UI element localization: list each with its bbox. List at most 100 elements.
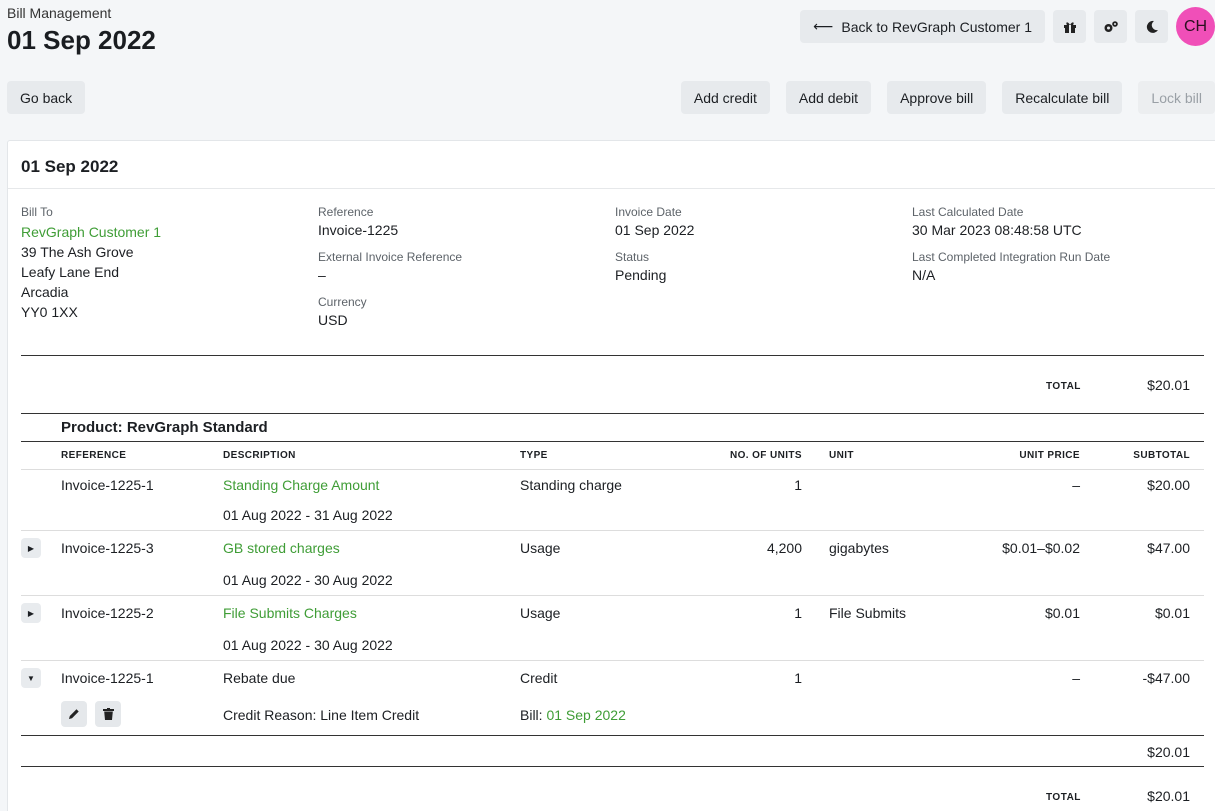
row-unit-price: $0.01 [1044,605,1080,621]
gift-icon [1063,21,1076,33]
invoice-date-label: Invoice Date [615,205,682,219]
row-type: Usage [520,540,561,556]
row-period: 01 Aug 2022 - 30 Aug 2022 [223,637,393,653]
bill-card-title: 01 Sep 2022 [21,157,119,176]
total-value: $20.01 [1147,788,1190,804]
row-description: Rebate due [223,670,296,686]
go-back-button[interactable]: Go back [7,81,86,114]
breadcrumb: Bill Management [7,5,112,21]
row-description-link[interactable]: File Submits Charges [223,605,357,621]
bill-card: 01 Sep 2022 Bill To RevGraph Customer 1 … [7,140,1215,811]
last-integration-value: N/A [912,267,936,283]
invoice-date-section: Invoice Date 01 Sep 2022 Status Pending [615,205,694,295]
expand-row-button[interactable]: ▶ [21,603,41,623]
row-unit-price: – [1072,477,1080,493]
reference-section: Reference Invoice-1225 External Invoice … [318,205,462,340]
reference-value: Invoice-1225 [318,222,399,238]
row-unit-price: $0.01–$0.02 [1002,540,1080,556]
row-period: 01 Aug 2022 - 31 Aug 2022 [223,507,393,523]
row-units: 1 [794,605,802,621]
col-header-reference: REFERENCE [61,450,127,461]
divider [21,660,1204,661]
row-unit: gigabytes [829,540,889,556]
moon-icon [1146,20,1158,33]
credit-bill-link[interactable]: 01 Sep 2022 [546,707,625,723]
credit-bill-prefix: Bill: [520,707,547,723]
row-type: Usage [520,605,561,621]
row-subtotal: -$47.00 [1142,670,1190,686]
divider [21,530,1204,531]
caret-right-icon: ▶ [27,543,35,553]
currency-value: USD [318,312,348,328]
product-total-value: $20.01 [1147,744,1190,760]
approve-bill-button[interactable]: Approve bill [887,81,987,114]
row-units: 1 [794,477,802,493]
divider [21,766,1204,767]
page-title: 01 Sep 2022 [7,25,156,55]
customer-link[interactable]: RevGraph Customer 1 [21,222,161,242]
last-calculated-value: 30 Mar 2023 08:48:58 UTC [912,222,1082,238]
divider [21,413,1204,414]
bill-actions: Add credit Add debit Approve bill Recalc… [680,81,1215,114]
external-ref-value: – [318,267,326,283]
bill-to-label: Bill To [21,205,53,219]
divider [21,441,1204,442]
col-header-subtotal: SUBTOTAL [1133,450,1190,461]
trash-icon [102,708,114,720]
arrow-left-icon: ⟵ [813,18,834,34]
product-title: Product: RevGraph Standard [61,419,268,436]
expand-row-button[interactable]: ▶ [21,538,41,558]
bill-to-section: Bill To RevGraph Customer 1 39 The Ash G… [21,205,161,322]
row-reference: Invoice-1225-2 [61,605,154,621]
back-to-customer-button[interactable]: ⟵ Back to RevGraph Customer 1 [800,10,1045,43]
divider [21,595,1204,596]
settings-button[interactable] [1094,10,1127,43]
edit-credit-button[interactable] [61,701,87,727]
divider [21,355,1204,356]
row-subtotal: $47.00 [1147,540,1190,556]
currency-label: Currency [318,295,367,309]
add-debit-button[interactable]: Add debit [785,81,872,114]
divider [8,188,1215,189]
address-line: Arcadia [21,284,69,300]
row-description-link[interactable]: GB stored charges [223,540,340,556]
reference-label: Reference [318,205,374,219]
row-subtotal: $20.00 [1147,477,1190,493]
gears-icon [1104,20,1118,32]
recalculate-bill-button[interactable]: Recalculate bill [1002,81,1123,114]
col-header-units: NO. OF UNITS [729,450,802,461]
add-credit-button[interactable]: Add credit [680,81,770,114]
row-units: 4,200 [766,540,802,556]
last-calculated-label: Last Calculated Date [912,205,1024,219]
row-reference: Invoice-1225-1 [61,477,154,493]
row-units: 1 [794,670,802,686]
col-header-type: TYPE [520,450,548,461]
delete-credit-button[interactable] [95,701,121,727]
external-ref-label: External Invoice Reference [318,250,463,264]
row-unit: File Submits [829,605,907,621]
theme-toggle-button[interactable] [1135,10,1168,43]
status-value: Pending [615,267,667,283]
address-line: YY0 1XX [21,304,78,320]
total-value: $20.01 [1147,377,1190,393]
collapse-row-button[interactable]: ▼ [21,668,41,688]
row-type: Credit [520,670,558,686]
address-line: Leafy Lane End [21,264,120,280]
caret-down-icon: ▼ [27,673,35,683]
row-period: 01 Aug 2022 - 30 Aug 2022 [223,572,393,588]
last-calculated-section: Last Calculated Date 30 Mar 2023 08:48:5… [912,205,1110,295]
status-label: Status [615,250,650,264]
gift-button[interactable] [1053,10,1086,43]
col-header-unit-price: UNIT PRICE [1019,450,1080,461]
pencil-icon [69,709,79,719]
row-reference: Invoice-1225-1 [61,670,154,686]
divider [21,735,1204,736]
row-description-link[interactable]: Standing Charge Amount [223,477,379,493]
row-subtotal: $0.01 [1154,605,1190,621]
row-unit-price: – [1072,670,1080,686]
back-to-customer-label: Back to RevGraph Customer 1 [841,18,1032,35]
lock-bill-button[interactable]: Lock bill [1138,81,1215,114]
user-avatar[interactable]: CH [1176,7,1215,46]
col-header-unit: UNIT [829,450,854,461]
address-line: 39 The Ash Grove [21,244,134,260]
